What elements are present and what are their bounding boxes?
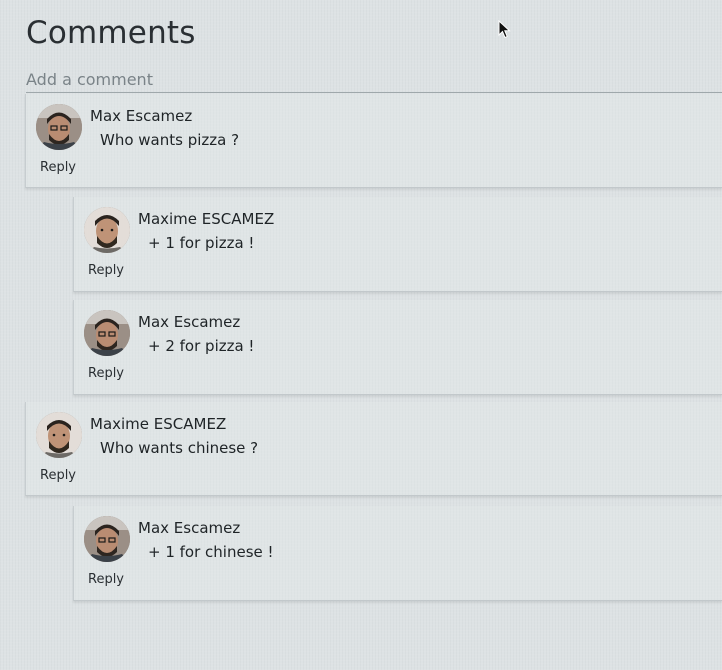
mouse-cursor-icon	[498, 20, 511, 39]
comment-item: Max Escamez + 1 for chinese ! Reply	[73, 506, 722, 601]
user-avatar-icon	[84, 516, 130, 562]
comment-author: Max Escamez	[138, 519, 241, 537]
reply-button[interactable]: Reply	[88, 263, 124, 278]
comment-text: Who wants pizza ?	[100, 131, 240, 149]
reply-button[interactable]: Reply	[40, 468, 76, 483]
comment-author: Max Escamez	[138, 313, 241, 331]
page-title: Comments	[26, 15, 196, 51]
comment-item: Maxime ESCAMEZ + 1 for pizza ! Reply	[73, 197, 722, 292]
comment-author: Max Escamez	[90, 107, 193, 125]
comment-text: Who wants chinese ?	[100, 439, 259, 457]
comment-author: Maxime ESCAMEZ	[138, 210, 275, 228]
user-avatar-icon	[84, 310, 130, 356]
comment-item: Max Escamez Who wants pizza ? Reply	[25, 94, 722, 188]
comment-text: + 2 for pizza !	[148, 337, 255, 355]
comment-item: Max Escamez + 2 for pizza ! Reply	[73, 300, 722, 395]
reply-button[interactable]: Reply	[88, 572, 124, 587]
reply-button[interactable]: Reply	[40, 160, 76, 175]
user-avatar-icon	[36, 412, 82, 458]
comment-item: Maxime ESCAMEZ Who wants chinese ? Reply	[25, 402, 722, 496]
comment-author: Maxime ESCAMEZ	[90, 415, 227, 433]
add-comment-input[interactable]	[26, 67, 722, 93]
comment-text: + 1 for chinese !	[148, 543, 274, 561]
reply-button[interactable]: Reply	[88, 366, 124, 381]
user-avatar-icon	[36, 104, 82, 150]
comment-text: + 1 for pizza !	[148, 234, 255, 252]
user-avatar-icon	[84, 207, 130, 253]
